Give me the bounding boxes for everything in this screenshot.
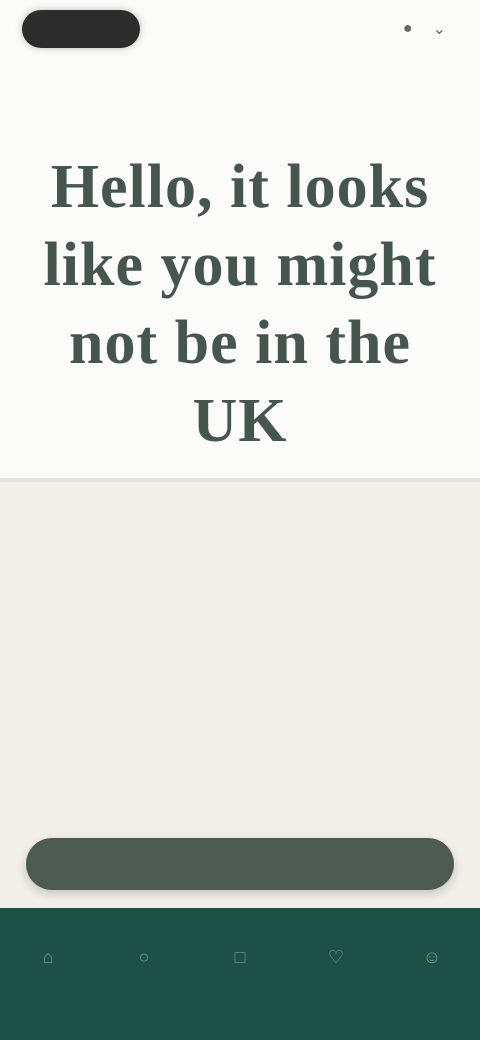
- region-selector[interactable]: ● ⌄: [403, 16, 446, 42]
- user-icon: ☺: [422, 946, 442, 967]
- brand-logo[interactable]: [22, 10, 140, 48]
- top-bar: ● ⌄: [0, 0, 480, 70]
- bottom-nav: ⌂ ○ □ ♡ ☺: [0, 932, 480, 988]
- page-title: Hello, it looks like you might not be in…: [43, 153, 437, 455]
- home-icon: ⌂: [42, 946, 54, 967]
- primary-action-button[interactable]: [26, 838, 454, 890]
- chevron-down-icon: ⌄: [432, 21, 446, 38]
- nav-item-home[interactable]: ⌂: [20, 932, 76, 988]
- bag-icon: □: [234, 946, 246, 967]
- bottom-nav-bar: ⌂ ○ □ ♡ ☺: [0, 908, 480, 1040]
- page: ● ⌄ Hello, it looks like you might not b…: [0, 0, 480, 1040]
- search-icon: ○: [138, 946, 150, 967]
- nav-item-bag[interactable]: □: [212, 932, 268, 988]
- heart-icon: ♡: [327, 946, 345, 967]
- globe-icon: ●: [402, 20, 413, 37]
- region-notice-card: [0, 478, 480, 912]
- nav-item-heart[interactable]: ♡: [308, 932, 364, 988]
- nav-item-search[interactable]: ○: [116, 932, 172, 988]
- nav-item-user[interactable]: ☺: [404, 932, 460, 988]
